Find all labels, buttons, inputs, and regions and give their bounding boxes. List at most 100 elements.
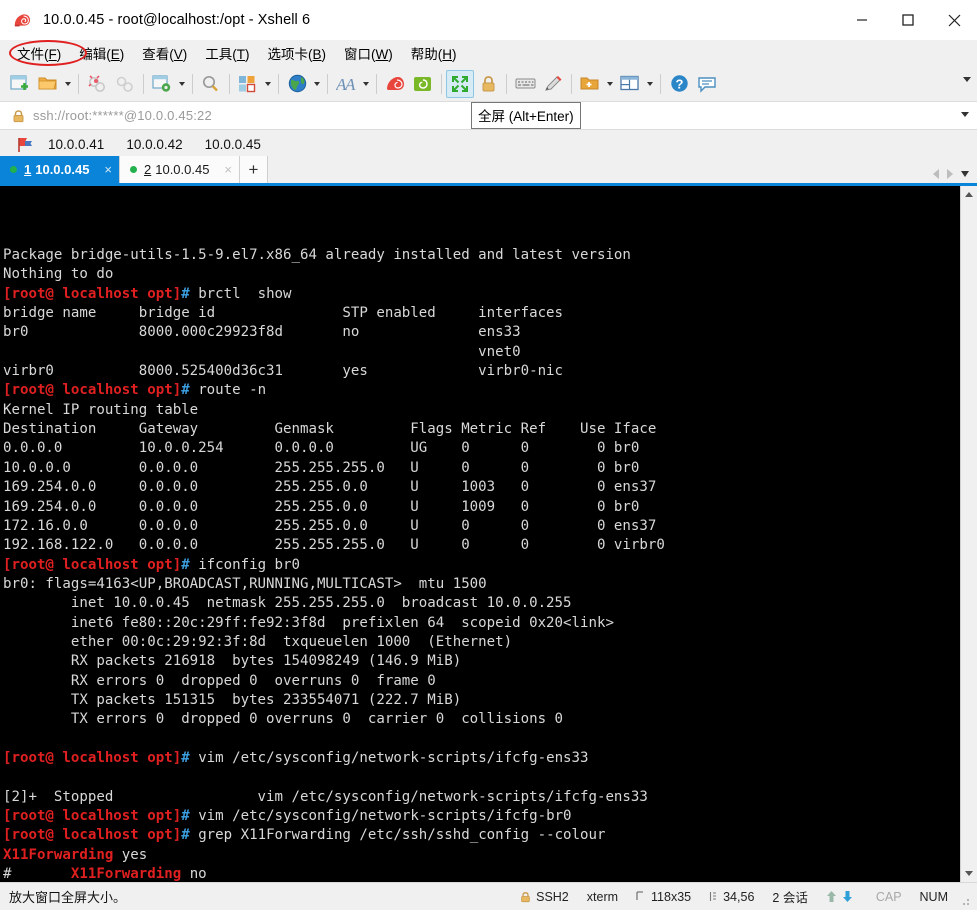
search-icon[interactable] xyxy=(197,70,225,98)
xshell-window: 10.0.0.45 - root@localhost:/opt - Xshell… xyxy=(0,0,977,910)
terminal-line: TX packets 151315 bytes 233554071 (222.7… xyxy=(3,691,960,710)
terminal-line: Nothing to do xyxy=(3,265,960,284)
session-properties-icon[interactable] xyxy=(148,70,176,98)
split-view-icon[interactable] xyxy=(616,70,644,98)
terminal-line: [2]+ Stopped vim /etc/sysconfig/network-… xyxy=(3,788,960,807)
terminal-scrollbar[interactable] xyxy=(960,186,977,882)
toolbar: A A ? xyxy=(0,66,977,102)
terminal-text-hash: # xyxy=(181,556,190,573)
fullscreen-icon[interactable] xyxy=(446,69,474,98)
tab-number: 2 xyxy=(144,162,152,177)
maximize-button[interactable] xyxy=(885,0,931,40)
status-cursor-position: 34,56 xyxy=(723,889,755,904)
resize-grip[interactable] xyxy=(959,894,971,907)
terminal-text-white: 0.0.0.0 10.0.0.254 0.0.0.0 UG 0 0 0 br0 xyxy=(3,440,640,457)
tab-scroll-right-icon[interactable] xyxy=(947,169,953,179)
terminal-text-red: X11Forwarding xyxy=(70,866,182,882)
help-icon[interactable]: ? xyxy=(665,70,693,98)
minimize-button[interactable] xyxy=(839,0,885,40)
terminal-text-white: bridge name bridge id STP enabled interf… xyxy=(3,305,564,322)
keyboard-icon[interactable] xyxy=(511,70,539,98)
terminal-text-white: Package bridge-utils-1.5-9.el7.x86_64 al… xyxy=(3,247,631,264)
terminal-line: [root@ localhost opt]# vim /etc/sysconfi… xyxy=(3,749,960,768)
tab-list-dropdown-icon[interactable] xyxy=(961,171,969,177)
font-icon[interactable]: A A xyxy=(332,70,360,98)
new-session-icon[interactable] xyxy=(6,70,34,98)
terminal-text-white: Nothing to do xyxy=(3,266,114,283)
menu-item-file[interactable]: 文件(F) xyxy=(8,40,70,66)
bookmark-item-1[interactable]: 10.0.0.41 xyxy=(48,137,104,152)
toolbar-separator xyxy=(660,73,661,94)
new-tab-button[interactable]: + xyxy=(240,156,268,183)
globe-dropdown-caret[interactable] xyxy=(311,70,323,98)
terminal-text-white: virbr0 8000.525400d36c31 yes virbr0-nic xyxy=(3,363,564,380)
status-hint: 放大窗口全屏大小。 xyxy=(9,890,127,905)
scrollbar-track[interactable] xyxy=(960,203,977,865)
tab-session-1[interactable]: 1 10.0.0.45 × xyxy=(0,156,120,183)
terminal-line: 192.168.122.0 0.0.0.0 255.255.255.0 U 0 … xyxy=(3,536,960,555)
tab-close-icon[interactable]: × xyxy=(210,163,232,176)
terminal-line: 169.254.0.0 0.0.0.0 255.255.0.0 U 1003 0… xyxy=(3,478,960,497)
terminal-text-cmd: vim /etc/sysconfig/network-scripts/ifcfg… xyxy=(189,749,589,766)
chat-icon[interactable] xyxy=(693,70,721,98)
tab-session-2[interactable]: 2 10.0.0.45 × xyxy=(120,156,240,183)
address-dropdown-caret[interactable] xyxy=(961,112,969,117)
scrollbar-down-arrow-icon[interactable] xyxy=(961,865,977,882)
terminal-line: inet 10.0.0.45 netmask 255.255.255.0 bro… xyxy=(3,594,960,613)
terminal-output[interactable]: Package bridge-utils-1.5-9.el7.x86_64 al… xyxy=(0,186,960,882)
new-folder-dropdown-caret[interactable] xyxy=(604,70,616,98)
terminal-text-white: yes xyxy=(113,846,148,863)
terminal-line: RX errors 0 dropped 0 overruns 0 frame 0 xyxy=(3,672,960,691)
font-dropdown-caret[interactable] xyxy=(360,70,372,98)
split-view-dropdown-caret[interactable] xyxy=(644,70,656,98)
layout-transfer-dropdown-caret[interactable] xyxy=(262,70,274,98)
svg-text:A: A xyxy=(344,75,356,93)
bookmark-flag-icon xyxy=(16,136,34,154)
open-folder-icon[interactable] xyxy=(34,70,62,98)
lock-icon[interactable] xyxy=(474,70,502,98)
scrollbar-up-arrow-icon[interactable] xyxy=(961,186,977,203)
xshell-icon[interactable] xyxy=(381,70,409,98)
terminal-text-white: # xyxy=(3,866,71,882)
tab-close-icon[interactable]: × xyxy=(90,163,112,176)
tab-scroll-left-icon[interactable] xyxy=(933,169,939,179)
close-button[interactable] xyxy=(931,0,977,40)
menu-item-tools[interactable]: 工具(T) xyxy=(196,40,258,66)
terminal-text-cmd: vim /etc/sysconfig/network-scripts/ifcfg… xyxy=(189,808,572,824)
terminal-text-prompt: [root@ localhost opt] xyxy=(3,556,182,573)
terminal-text-prompt: [root@ localhost opt] xyxy=(3,382,182,399)
terminal-line: inet6 fe80::20c:29ff:fe92:3f8d prefixlen… xyxy=(3,614,960,633)
disconnect-icon[interactable] xyxy=(83,70,111,98)
status-protocol-cell: SSH2 xyxy=(511,890,578,904)
bookmark-item-2[interactable]: 10.0.0.42 xyxy=(126,137,182,152)
open-folder-dropdown-caret[interactable] xyxy=(62,70,74,98)
session-properties-dropdown-caret[interactable] xyxy=(176,70,188,98)
status-protocol: SSH2 xyxy=(536,889,569,904)
menu-item-window[interactable]: 窗口(W) xyxy=(335,40,402,66)
terminal-line: bridge name bridge id STP enabled interf… xyxy=(3,304,960,323)
terminal-text-white: RX errors 0 dropped 0 overruns 0 frame 0 xyxy=(3,672,436,689)
compose-pencil-icon[interactable] xyxy=(539,70,567,98)
reconnect-icon[interactable] xyxy=(111,70,139,98)
terminal-line: 10.0.0.0 0.0.0.0 255.255.255.0 U 0 0 0 b… xyxy=(3,459,960,478)
menu-item-help[interactable]: 帮助(H) xyxy=(402,40,466,66)
toolbar-overflow-caret[interactable] xyxy=(963,77,971,82)
globe-icon[interactable] xyxy=(283,70,311,98)
bookmark-item-3[interactable]: 10.0.0.45 xyxy=(205,137,261,152)
layout-transfer-icon[interactable] xyxy=(234,70,262,98)
terminal-line: [root@ localhost opt]# brctl show xyxy=(3,285,960,304)
new-folder-icon[interactable] xyxy=(576,70,604,98)
terminal-line: Package bridge-utils-1.5-9.el7.x86_64 al… xyxy=(3,246,960,265)
menu-item-edit[interactable]: 编辑(E) xyxy=(70,40,133,66)
terminal-line: vnet0 xyxy=(3,343,960,362)
menu-item-tabs[interactable]: 选项卡(B) xyxy=(259,40,336,66)
bookmark-bar: 10.0.0.41 10.0.0.42 10.0.0.45 xyxy=(0,130,977,159)
menu-bar: 文件(F) 编辑(E) 查看(V) 工具(T) 选项卡(B) 窗口(W) 帮助(… xyxy=(0,40,977,66)
toolbar-separator xyxy=(143,73,144,94)
menu-item-view[interactable]: 查看(V) xyxy=(133,40,196,66)
address-input[interactable]: ssh://root:******@10.0.0.45:22 xyxy=(33,108,212,123)
toolbar-separator xyxy=(571,73,572,94)
status-caps-lock: CAP xyxy=(875,889,902,904)
xftp-icon[interactable] xyxy=(409,70,437,98)
